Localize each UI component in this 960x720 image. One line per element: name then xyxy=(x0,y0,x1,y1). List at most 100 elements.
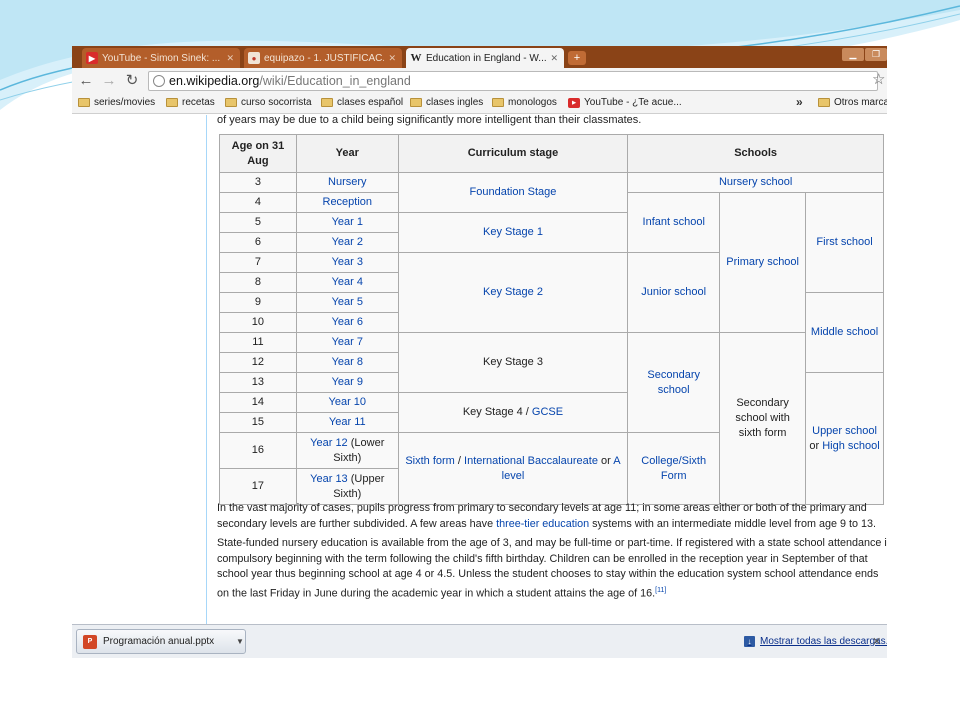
forward-arrow-icon[interactable]: → xyxy=(99,72,119,90)
year-link[interactable]: Year 9 xyxy=(295,372,399,393)
stage-ks3: Key Stage 3 xyxy=(397,332,629,393)
download-icon: ↓ xyxy=(744,636,755,647)
close-icon[interactable]: ✕ xyxy=(226,53,234,64)
download-item[interactable]: P Programación anual.pptx ▼ xyxy=(76,629,246,654)
folder-icon xyxy=(492,98,504,107)
bookmark-clases-espanol[interactable]: clases español xyxy=(321,97,403,108)
school-upper-link[interactable]: Upper school xyxy=(812,425,877,437)
year-link[interactable]: Year 7 xyxy=(295,332,399,353)
year-link[interactable]: Year 12 xyxy=(310,437,348,449)
gcse-link[interactable]: GCSE xyxy=(532,406,563,418)
tab-equipazo[interactable]: ● equipazo - 1. JUSTIFICAC... ✕ xyxy=(244,48,402,68)
stage-ks4-cell: Key Stage 4 / GCSE xyxy=(397,392,629,433)
minimize-icon[interactable]: ▁ xyxy=(842,48,864,61)
age-cell: 5 xyxy=(219,212,297,233)
tab-education-in-england[interactable]: W Education in England - W... ✕ xyxy=(406,48,564,68)
bookmark-series-movies[interactable]: series/movies xyxy=(78,97,155,108)
school-secondary-link[interactable]: Secondary school xyxy=(627,332,721,433)
school-infant-link[interactable]: Infant school xyxy=(627,192,721,253)
bookmark-recetas[interactable]: recetas xyxy=(166,97,215,108)
browser-screenshot: ▶ YouTube - Simon Sinek: ... ✕ ● equipaz… xyxy=(72,46,887,658)
paragraph-text: systems with an intermediate middle leve… xyxy=(589,517,876,530)
school-junior-link[interactable]: Junior school xyxy=(627,252,721,333)
paragraph-line: State-funded nursery education is availa… xyxy=(217,537,887,549)
year-link[interactable]: Year 10 xyxy=(295,392,399,413)
year-link[interactable]: Year 6 xyxy=(295,312,399,333)
year-link[interactable]: Year 2 xyxy=(295,232,399,253)
year-link[interactable]: Year 8 xyxy=(295,352,399,373)
school-college-link[interactable]: College/Sixth Form xyxy=(627,432,721,505)
new-tab-button[interactable]: + xyxy=(568,51,586,65)
ib-link[interactable]: International Baccalaureate xyxy=(464,455,598,467)
bookmark-label: series/movies xyxy=(94,97,156,108)
three-tier-education-link[interactable]: three-tier education xyxy=(496,518,589,530)
close-icon[interactable]: ✕ xyxy=(550,53,558,64)
separator: / xyxy=(454,454,465,467)
youtube-icon: ▶ xyxy=(86,52,98,64)
or-text: or xyxy=(809,439,823,452)
youtube-icon: ▶ xyxy=(568,97,580,108)
bookmark-curso-socorrista[interactable]: curso socorrista xyxy=(225,97,312,108)
bookmark-other[interactable]: Otros marca xyxy=(818,97,887,108)
tab-youtube[interactable]: ▶ YouTube - Simon Sinek: ... ✕ xyxy=(82,48,240,68)
school-first-link[interactable]: First school xyxy=(805,192,884,293)
web-page: of years may be due to a child being sig… xyxy=(72,115,887,624)
tab-title: Education in England - W... xyxy=(426,52,547,64)
age-cell: 16 xyxy=(219,432,297,469)
bookmark-label: Otros marca xyxy=(834,97,887,108)
school-primary-link[interactable]: Primary school xyxy=(719,192,807,333)
close-icon[interactable]: ✕ xyxy=(872,635,881,648)
sixth-form-link[interactable]: Sixth form xyxy=(405,455,455,467)
stage-ks4-text: Key Stage 4 xyxy=(462,406,523,418)
article-paragraph-2: State-funded nursery education is availa… xyxy=(217,536,887,602)
year-link[interactable]: Year 13 xyxy=(310,473,348,485)
year-link[interactable]: Reception xyxy=(295,192,399,213)
folder-icon xyxy=(818,98,830,107)
chevron-down-icon[interactable]: ▼ xyxy=(236,637,244,646)
table-row: 11 Year 7 Key Stage 3 Secondary school S… xyxy=(219,332,884,505)
stage-sixth-form-cell: Sixth form / International Baccalaureate… xyxy=(397,432,629,505)
bookmark-clases-ingles[interactable]: clases ingles xyxy=(410,97,483,108)
tab-title: equipazo - 1. JUSTIFICAC... xyxy=(264,52,385,64)
bookmark-youtube[interactable]: ▶ YouTube - ¿Te acue... xyxy=(568,97,682,108)
stage-foundation-link[interactable]: Foundation Stage xyxy=(397,172,629,213)
age-cell: 7 xyxy=(219,252,297,273)
year-link[interactable]: Year 11 xyxy=(295,412,399,433)
year-13-cell: Year 13 (Upper Sixth) xyxy=(295,468,399,505)
age-cell: 15 xyxy=(219,412,297,433)
bookmark-label: recetas xyxy=(182,97,215,108)
bookmark-label: clases español xyxy=(337,97,404,108)
paragraph-line: compulsory beginning with the term follo… xyxy=(217,552,868,565)
tab-title: YouTube - Simon Sinek: ... xyxy=(102,52,221,64)
back-arrow-icon[interactable]: ← xyxy=(76,72,96,90)
show-all-downloads-link[interactable]: ↓ Mostrar todas las descargas... xyxy=(744,636,887,647)
stage-ks2-link[interactable]: Key Stage 2 xyxy=(397,252,629,333)
year-link[interactable]: Year 4 xyxy=(295,272,399,293)
bookmarks-overflow-chevron[interactable]: » xyxy=(796,95,803,109)
school-middle-link[interactable]: Middle school xyxy=(805,292,884,373)
header-age: Age on 31 Aug xyxy=(219,134,297,173)
school-high-link[interactable]: High school xyxy=(822,440,879,452)
bookmark-label: YouTube - ¿Te acue... xyxy=(584,97,682,108)
age-cell: 12 xyxy=(219,352,297,373)
year-link[interactable]: Year 3 xyxy=(295,252,399,273)
wiki-sidebar xyxy=(72,115,207,624)
maximize-icon[interactable]: ❐ xyxy=(865,48,887,61)
year-link[interactable]: Year 5 xyxy=(295,292,399,313)
school-nursery-link[interactable]: Nursery school xyxy=(627,172,884,193)
address-bar[interactable]: en.wikipedia.org/wiki/Education_in_engla… xyxy=(148,71,878,91)
year-link[interactable]: Year 1 xyxy=(295,212,399,233)
reload-icon[interactable]: ↻ xyxy=(122,72,142,90)
bookmark-monologos[interactable]: monologos xyxy=(492,97,557,108)
paragraph-line: on the last Friday in June during the ac… xyxy=(217,583,887,602)
age-cell: 17 xyxy=(219,468,297,505)
year-link[interactable]: Nursery xyxy=(295,172,399,193)
bookmark-star-icon[interactable]: ☆ xyxy=(872,70,885,88)
paragraph-text: secondary levels are further subdivided.… xyxy=(217,517,497,530)
stage-ks1-link[interactable]: Key Stage 1 xyxy=(397,212,629,253)
or-text: or xyxy=(597,454,614,467)
paragraph-line: In the vast majority of cases, pupils pr… xyxy=(217,502,867,514)
citation-link[interactable]: [11] xyxy=(655,587,666,594)
browser-toolbar: ← → ↻ en.wikipedia.org/wiki/Education_in… xyxy=(72,68,887,94)
close-icon[interactable]: ✕ xyxy=(388,53,396,64)
